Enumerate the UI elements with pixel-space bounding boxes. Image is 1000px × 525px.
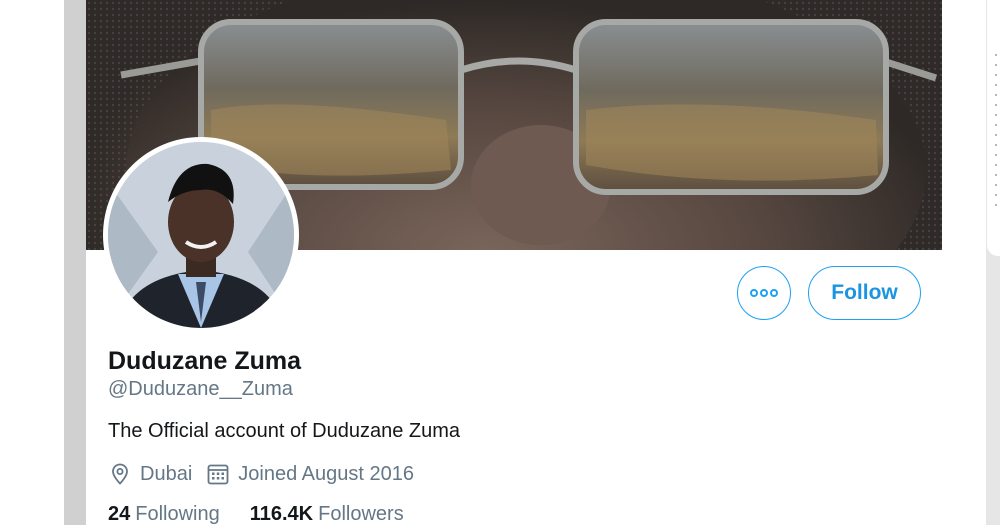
followers-label: Followers — [318, 503, 404, 525]
profile-location: Dubai — [108, 462, 192, 486]
profile-bio: The Official account of Duduzane Zuma — [108, 420, 461, 442]
page-left-background — [0, 0, 64, 525]
following-count: 24 — [108, 503, 131, 525]
location-text: Dubai — [140, 462, 193, 485]
profile-join-date: Joined August 2016 — [206, 462, 414, 486]
more-horizontal-icon — [750, 289, 778, 297]
follow-button[interactable]: Follow — [808, 266, 921, 320]
page-right-gutter — [942, 0, 986, 525]
followers-link[interactable]: 116.4K Followers — [250, 503, 404, 525]
more-options-button[interactable] — [737, 266, 791, 320]
side-panel-dotted-border — [994, 50, 998, 210]
calendar-icon — [207, 464, 229, 485]
followers-count: 116.4K — [249, 503, 314, 525]
following-label: Following — [135, 503, 220, 525]
following-link[interactable]: 24 Following — [108, 503, 220, 525]
profile-meta: Dubai Joined August 2016 — [108, 460, 428, 488]
profile-card: Follow Duduzane Zuma @Duduzane__Zuma The… — [86, 0, 942, 525]
left-scroll-rail — [64, 0, 86, 525]
location-pin-icon — [112, 463, 128, 485]
joined-text: Joined August 2016 — [238, 462, 414, 485]
profile-avatar[interactable] — [103, 137, 299, 333]
avatar-photo — [108, 142, 294, 328]
profile-stats: 24 Following 116.4K Followers — [108, 503, 434, 525]
profile-display-name: Duduzane Zuma — [108, 347, 302, 375]
profile-handle: @Duduzane__Zuma — [108, 378, 293, 400]
